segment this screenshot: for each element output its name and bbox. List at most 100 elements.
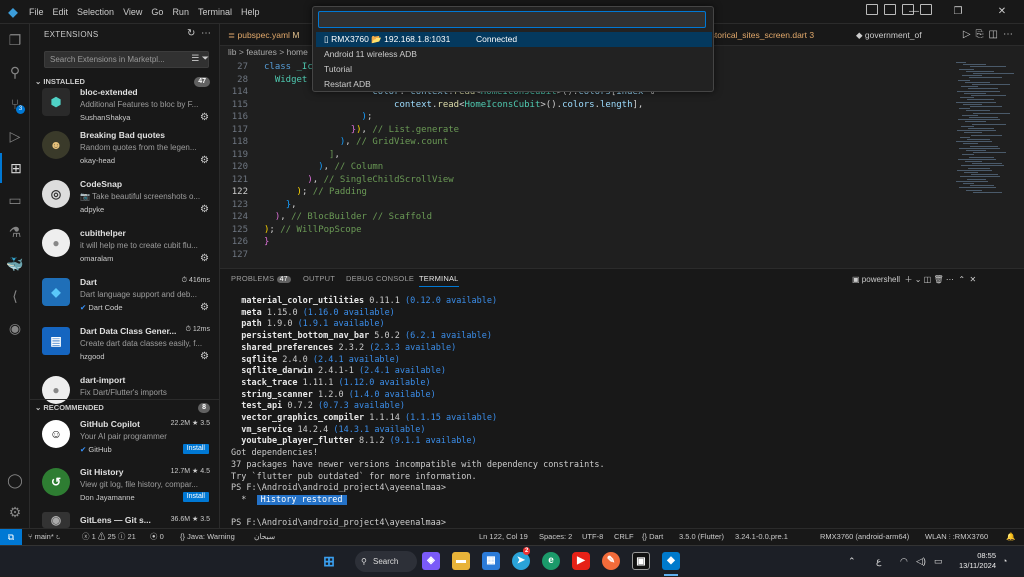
menu-selection[interactable]: Selection — [77, 7, 114, 17]
run-icon[interactable]: ▷ — [963, 29, 976, 40]
docker-icon[interactable]: 🐳 — [0, 249, 30, 279]
file-explorer-icon[interactable]: ▬ — [452, 552, 470, 570]
extension-item[interactable]: ☺ GitHub Copilot 22.2M ★ 3.5 Your AI pai… — [30, 414, 219, 462]
problems-status[interactable]: ⓧ 1 ⚠ 25 ⓘ 21 — [82, 529, 136, 545]
wlan-status[interactable]: WLAN ⫶ :RMX3760 — [925, 529, 988, 545]
explorer-icon[interactable]: ❐ — [0, 25, 30, 55]
extension-item[interactable]: ▤ Dart Data Class Gener... ⏱ 12ms Create… — [30, 321, 219, 369]
input-language[interactable]: ع — [876, 546, 881, 577]
split-terminal-icon[interactable]: ◫ — [924, 275, 932, 284]
minimize-icon[interactable]: — — [892, 0, 936, 24]
battery-icon[interactable]: ▭ — [934, 546, 943, 577]
code-line[interactable]: ); // WillPopScope — [264, 225, 362, 235]
gitlens-icon[interactable]: ◉ — [0, 313, 30, 343]
code-line[interactable]: ), // GridView.count — [264, 137, 448, 147]
new-terminal-icon[interactable]: ＋ — [905, 275, 913, 284]
java-status[interactable]: {} Java: Warning — [180, 529, 235, 545]
terminal-output[interactable]: material_color_utilities 0.11.1 (0.12.0 … — [231, 296, 1011, 530]
cursor-position[interactable]: Ln 122, Col 19 — [479, 529, 528, 545]
kill-terminal-icon[interactable]: 🗑 — [933, 275, 943, 284]
extension-item[interactable]: ◉ GitLens — Git s... 36.6M ★ 3.5 — [30, 510, 219, 528]
code-line[interactable]: ), // BlocBuilder // Scaffold — [264, 212, 432, 222]
testing-icon[interactable]: ⚗ — [0, 217, 30, 247]
code-line[interactable]: class _Ico — [264, 62, 318, 72]
restore-icon[interactable]: ❐ — [936, 0, 980, 24]
telegram-icon[interactable]: ➤ 2 — [512, 547, 531, 570]
extension-item[interactable]: ◎ CodeSnap 📷 Take beautiful screenshots … — [30, 174, 219, 222]
install-button[interactable]: Install — [182, 492, 209, 502]
branch-status[interactable]: ⑂ main* ↻ — [28, 529, 60, 545]
extension-item[interactable]: ↺ Git History 12.7M ★ 4.5 View git log, … — [30, 462, 219, 510]
tab-government[interactable]: ◆ government_of — [856, 24, 922, 46]
tab-historical-sites[interactable]: historical_sites_screen.dart 3 — [704, 24, 814, 46]
filter-icon[interactable]: ☰ ⏷ — [191, 53, 209, 64]
tab-pubspec[interactable]: ≣ pubspec.yaml M — [228, 24, 299, 46]
code-line[interactable]: }, — [264, 200, 297, 210]
refresh-icon[interactable]: ↻ — [187, 28, 195, 39]
tray-hidden-icons[interactable]: ⌃ — [848, 546, 856, 577]
breadcrumb[interactable]: lib > features > home — [228, 47, 308, 57]
quick-pick-input[interactable] — [318, 11, 706, 28]
run-debug-icon[interactable]: ▷ — [0, 121, 30, 151]
taskbar-search[interactable]: ⚲ Search — [355, 551, 417, 572]
device-status[interactable]: RMX3760 (android-arm64) — [820, 529, 909, 545]
menu-view[interactable]: View — [123, 7, 142, 17]
split-editor-icon[interactable]: ◫ — [989, 29, 1003, 40]
manage-gear-icon[interactable]: ⚙ — [0, 497, 30, 527]
install-button[interactable]: Install — [182, 444, 209, 454]
chevron-down-icon[interactable]: ⌄ — [915, 275, 922, 284]
notification-center-icon[interactable]: ◔ — [1002, 546, 1007, 577]
menu-run[interactable]: Run — [172, 7, 189, 17]
tab-output[interactable]: OUTPUT — [303, 274, 335, 283]
menu-go[interactable]: Go — [151, 7, 163, 17]
clock[interactable]: 08:55 13/11/2024 — [950, 551, 996, 571]
quick-pick-item-restart-adb[interactable]: Restart ADB — [316, 77, 712, 92]
remote-indicator-icon[interactable]: ⧉ — [0, 529, 22, 546]
start-icon[interactable]: ⊞ — [320, 552, 338, 570]
line-ending[interactable]: CRLF — [614, 529, 634, 545]
flutter-version[interactable]: 3.24.1-0.0.pre.1 — [735, 529, 788, 545]
flutter-icon[interactable]: ⟨ — [0, 281, 30, 311]
manage-extension-gear-icon[interactable]: ⚙ — [200, 112, 209, 123]
extension-item[interactable]: ☻ Breaking Bad quotes Random quotes from… — [30, 125, 219, 173]
menu-edit[interactable]: Edit — [53, 7, 69, 17]
quick-pick-item-wireless-adb[interactable]: Android 11 wireless ADB — [316, 47, 712, 62]
encoding[interactable]: UTF-8 — [582, 529, 603, 545]
code-line[interactable]: ), // SingleChildScrollView — [264, 175, 453, 185]
code-line[interactable]: ); — [264, 112, 373, 122]
open-changes-icon[interactable]: ⎘ — [976, 29, 989, 40]
terminal-shell-name[interactable]: powershell — [862, 275, 900, 284]
menu-file[interactable]: File — [29, 7, 44, 17]
code-line[interactable]: Widget b — [264, 75, 318, 85]
manage-extension-gear-icon[interactable]: ⚙ — [200, 204, 209, 215]
extension-item[interactable]: ◆ Dart ⏱ 416ms Dart language support and… — [30, 272, 219, 320]
close-icon[interactable]: ✕ — [980, 0, 1024, 24]
tab-debug-console[interactable]: DEBUG CONSOLE — [346, 274, 414, 283]
notifications-icon[interactable]: 🔔 — [1006, 529, 1015, 545]
dart-version[interactable]: 3.5.0 (Flutter) — [679, 529, 724, 545]
youtube-icon[interactable]: ▶ — [572, 552, 590, 570]
menu-help[interactable]: Help — [241, 7, 260, 17]
remote-explorer-icon[interactable]: ▭ — [0, 185, 30, 215]
maximize-panel-icon[interactable]: ⌃ — [958, 275, 965, 284]
extension-item[interactable]: ● dart-import Fix Dart/Flutter's imports — [30, 370, 219, 404]
tab-terminal[interactable]: TERMINAL — [419, 274, 459, 287]
more-actions-icon[interactable]: ⋯ — [201, 28, 211, 39]
code-line[interactable]: ), // Column — [264, 162, 383, 172]
wifi-icon[interactable]: ◠ — [900, 546, 908, 577]
extensions-icon[interactable]: ⊞ — [0, 153, 30, 183]
extension-search-input[interactable]: Search Extensions in Marketpl... — [44, 51, 209, 68]
code-line[interactable]: ); // Padding — [264, 187, 367, 197]
manage-extension-gear-icon[interactable]: ⚙ — [200, 302, 209, 313]
code-line[interactable]: ], — [264, 150, 340, 160]
code-line[interactable]: context.read<HomeIconsCubit>().colors.le… — [264, 100, 643, 110]
vscode-taskbar-icon[interactable]: ◆ — [662, 552, 680, 570]
more-icon[interactable]: ⋯ — [946, 275, 954, 284]
jetbrains-icon[interactable]: ▣ — [632, 552, 650, 570]
language-mode[interactable]: {} Dart — [642, 529, 663, 545]
manage-extension-gear-icon[interactable]: ⚙ — [200, 351, 209, 362]
store-icon[interactable]: ▦ — [482, 552, 500, 570]
code-line[interactable]: } — [264, 237, 269, 247]
menu-terminal[interactable]: Terminal — [198, 7, 232, 17]
manage-extension-gear-icon[interactable]: ⚙ — [200, 155, 209, 166]
